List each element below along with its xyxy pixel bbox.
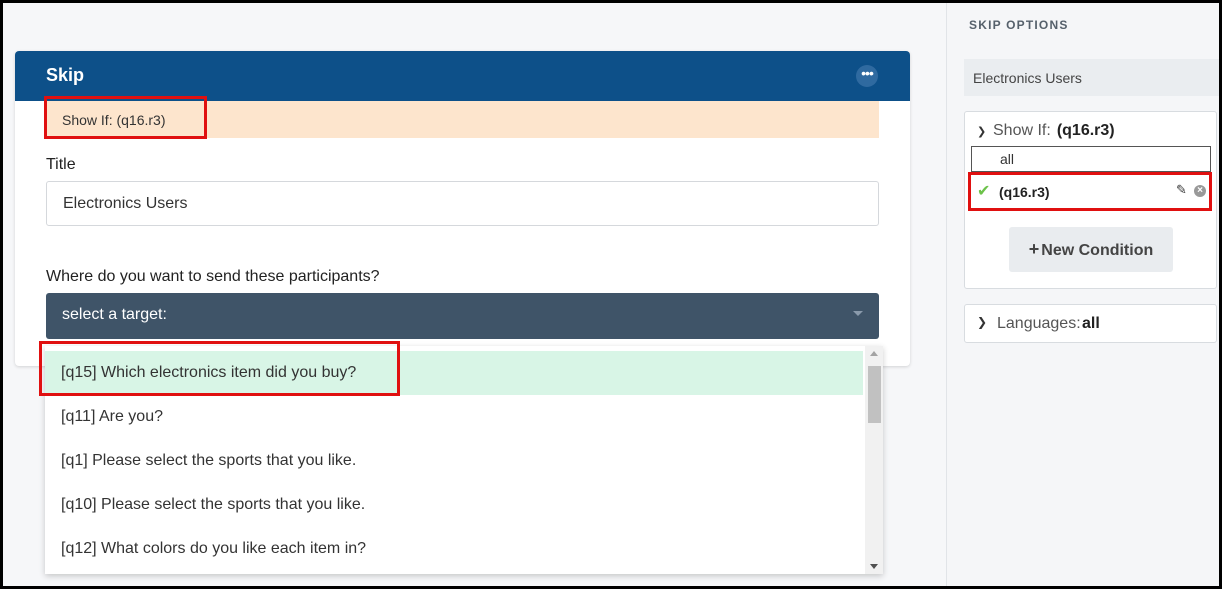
dropdown-item[interactable]: [q11] Are you? — [45, 395, 863, 439]
plus-icon: + — [1028, 239, 1040, 259]
dropdown-item[interactable]: [q1] Please select the sports that you l… — [45, 439, 863, 483]
target-question-label: Where do you want to send these particip… — [46, 268, 380, 285]
caret-down-icon — [853, 311, 863, 316]
skip-options-sidebar: SKIP OPTIONS Electronics Users ❯ Show If:… — [946, 3, 1219, 586]
highlight-box — [44, 96, 207, 139]
show-if-value: (q16.r3) — [1056, 122, 1115, 139]
title-input[interactable]: Electronics Users — [46, 181, 879, 226]
target-select-text: select a target: — [62, 306, 167, 323]
scroll-up-icon[interactable] — [870, 351, 878, 356]
screenshot-frame: Skip ••• Show If: (q16.r3) Title Electro… — [3, 3, 1219, 586]
show-if-label: Show If: — [993, 122, 1051, 139]
languages-label: Languages: — [997, 315, 1081, 332]
logic-all-box[interactable]: all — [971, 146, 1211, 172]
new-condition-button[interactable]: + New Condition — [1009, 227, 1173, 272]
dropdown-scrollbar[interactable] — [865, 346, 883, 574]
highlight-box — [968, 172, 1212, 211]
all-label: all — [1000, 151, 1015, 167]
title-input-value: Electronics Users — [63, 195, 188, 212]
breadcrumb-text: Electronics Users — [973, 70, 1082, 86]
dropdown-item[interactable]: [q12] What colors do you like each item … — [45, 527, 863, 571]
target-select[interactable]: select a target: — [46, 293, 879, 339]
new-condition-label: New Condition — [1041, 242, 1154, 259]
languages-panel[interactable]: ❯ Languages: all — [964, 304, 1217, 343]
sidebar-breadcrumb[interactable]: Electronics Users — [964, 59, 1219, 96]
show-if-header[interactable]: ❯ Show If: (q16.r3) — [977, 122, 1115, 140]
sidebar-heading: SKIP OPTIONS — [969, 18, 1069, 32]
dropdown-item[interactable]: [q10] Please select the sports that you … — [45, 483, 863, 527]
more-options-button[interactable]: ••• — [856, 65, 878, 87]
title-label: Title — [46, 156, 76, 173]
languages-value: all — [1082, 315, 1100, 332]
chevron-right-icon: ❯ — [977, 315, 988, 329]
card-title: Skip — [46, 65, 85, 85]
scroll-thumb[interactable] — [868, 366, 881, 423]
highlight-box — [39, 341, 400, 396]
card-header: Skip ••• — [15, 51, 910, 101]
chevron-down-icon: ❯ — [977, 126, 987, 138]
scroll-down-icon[interactable] — [870, 564, 878, 569]
main-area: Skip ••• Show If: (q16.r3) Title Electro… — [3, 3, 946, 586]
